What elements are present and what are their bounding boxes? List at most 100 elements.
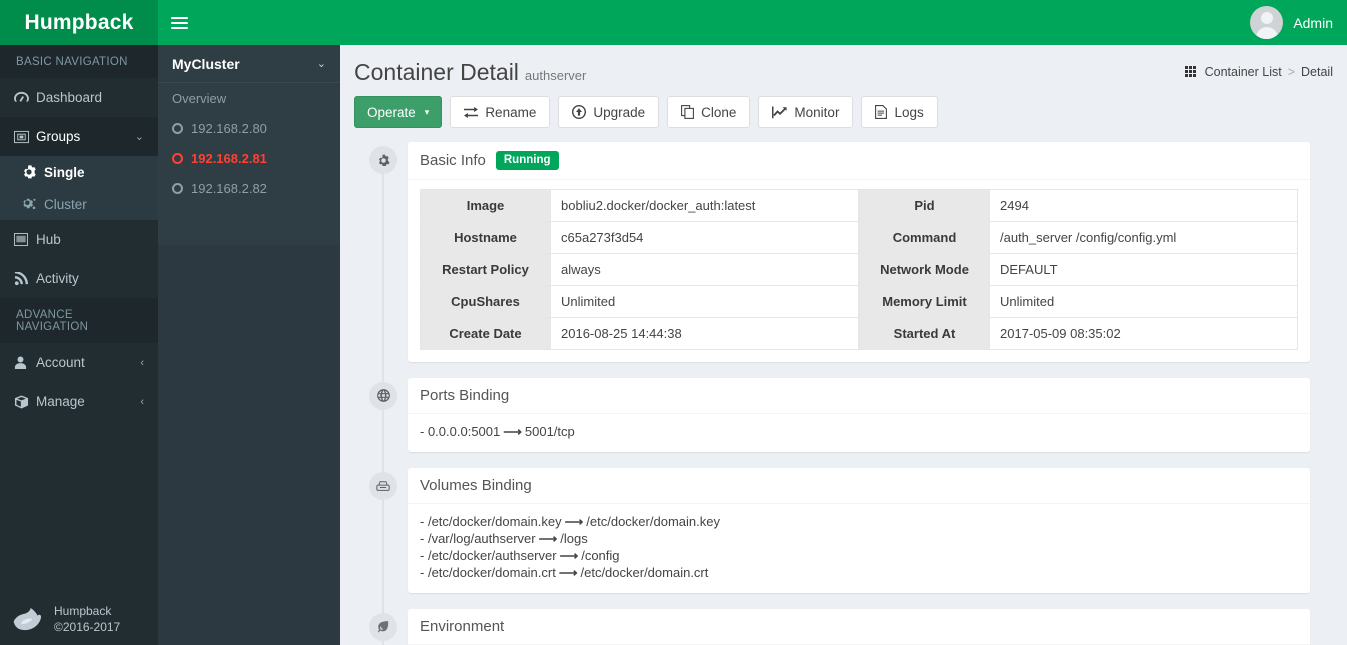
- row-key: Restart Policy: [420, 252, 551, 286]
- table-row: Started At 2017-05-09 08:35:02: [859, 316, 1298, 350]
- sidebar-item-label: Dashboard: [36, 90, 103, 105]
- row-value: 2017-05-09 08:35:02: [989, 316, 1298, 350]
- sidebar-item-hub[interactable]: Hub: [0, 220, 158, 259]
- table-row: Hostname c65a273f3d54: [420, 220, 859, 254]
- submenu-item-label: 192.168.2.81: [191, 150, 267, 166]
- arrow-right-icon: ⟶: [559, 547, 579, 563]
- environment-header: Environment: [408, 609, 1310, 645]
- gear-icon: [369, 146, 397, 174]
- dashboard-icon: [14, 91, 36, 104]
- logs-button-label: Logs: [894, 104, 924, 120]
- submenu-empty-area: [158, 245, 340, 645]
- app-logo[interactable]: Humpback: [0, 0, 158, 45]
- submenu-item-node-3[interactable]: 192.168.2.82: [158, 173, 340, 203]
- logs-button[interactable]: Logs: [861, 96, 938, 128]
- sidebar-footer: Humpback ©2016-2017: [0, 603, 158, 635]
- ports-binding-header: Ports Binding: [408, 378, 1310, 414]
- rename-button[interactable]: Rename: [450, 96, 551, 128]
- row-value: 2016-08-25 14:44:38: [550, 316, 859, 350]
- leaf-icon: [369, 612, 397, 641]
- row-value: c65a273f3d54: [550, 220, 859, 254]
- sidebar-item-manage[interactable]: Manage ‹: [0, 382, 158, 421]
- operate-button[interactable]: Operate ▾: [354, 96, 443, 128]
- grid-icon: [1184, 66, 1197, 78]
- action-toolbar: Operate ▾ Rename Upgrade Clone Monitor L…: [340, 86, 1347, 128]
- hamburger-icon: [170, 14, 188, 32]
- top-navbar: Humpback Admin: [0, 0, 1347, 45]
- chevron-left-icon: ‹: [140, 356, 144, 369]
- chevron-left-icon: ‹: [140, 395, 144, 408]
- user-menu[interactable]: Admin: [1250, 0, 1333, 45]
- sidebar-item-label: Hub: [36, 232, 61, 247]
- port-target: 5001/tcp: [524, 423, 575, 439]
- row-key: Network Mode: [859, 252, 990, 286]
- submenu-item-label: Overview: [172, 90, 227, 106]
- ports-binding-card: Ports Binding - 0.0.0.0:5001 ⟶ 5001/tcp: [408, 377, 1310, 452]
- submenu-node-list: Overview 192.168.2.80 192.168.2.81 192.1…: [158, 83, 340, 211]
- submenu-cluster-selector[interactable]: MyCluster ⌄: [158, 45, 340, 83]
- table-row: Restart Policy always: [420, 252, 859, 286]
- port-source: 0.0.0.0:5001: [427, 423, 501, 439]
- list-item: - /etc/docker/domain.crt ⟶/etc/docker/dom…: [420, 564, 709, 580]
- status-ring-icon: [172, 122, 183, 134]
- user-icon: [14, 356, 36, 369]
- row-key: Started At: [859, 316, 990, 350]
- upgrade-button-label: Upgrade: [593, 104, 646, 120]
- gear-icon: [22, 165, 44, 179]
- volumes-binding-list: - /etc/docker/domain.key ⟶/etc/docker/dom…: [420, 513, 1298, 581]
- volume-target: /config: [581, 547, 620, 563]
- sidebar-submenu-groups: Single Cluster: [0, 156, 158, 220]
- upgrade-button[interactable]: Upgrade: [558, 96, 660, 128]
- chevron-down-icon: ⌄: [134, 131, 144, 143]
- list-item: - 0.0.0.0:5001 ⟶ 5001/tcp: [420, 423, 575, 439]
- clone-button[interactable]: Clone: [667, 96, 751, 128]
- monitor-button[interactable]: Monitor: [758, 96, 854, 128]
- table-row: Image bobliu2.docker/docker_auth:latest: [420, 188, 859, 222]
- row-key: CpuShares: [420, 284, 551, 318]
- sidebar-item-activity[interactable]: Activity: [0, 259, 158, 298]
- volume-source: /etc/docker/authserver: [427, 547, 557, 563]
- sidebar-item-single[interactable]: Single: [0, 156, 158, 188]
- volumes-binding-header: Volumes Binding: [408, 468, 1310, 504]
- row-value: /auth_server /config/config.yml: [989, 220, 1298, 254]
- document-icon: [875, 105, 888, 119]
- breadcrumb-container-list-link[interactable]: Container List: [1205, 65, 1282, 79]
- breadcrumb-current: Detail: [1301, 65, 1333, 79]
- sidebar-item-label: Single: [44, 164, 85, 180]
- arrow-right-icon: ⟶: [503, 423, 522, 439]
- status-ring-icon: [172, 182, 183, 194]
- submenu-item-node-1[interactable]: 192.168.2.80: [158, 113, 340, 143]
- timeline-row-volumes-binding: Volumes Binding - /etc/docker/domain.key…: [340, 467, 1347, 593]
- sidebar-item-label: Groups: [36, 129, 81, 144]
- timeline-row-ports-binding: Ports Binding - 0.0.0.0:5001 ⟶ 5001/tcp: [340, 377, 1347, 452]
- copy-icon: [681, 105, 695, 119]
- status-badge: Running: [495, 151, 559, 170]
- status-ring-icon: [172, 152, 183, 164]
- submenu-item-overview[interactable]: Overview: [158, 83, 340, 113]
- box-icon: [14, 394, 36, 409]
- volume-target: /etc/docker/domain.crt: [580, 564, 709, 580]
- environment-card: Environment: [408, 608, 1310, 645]
- user-name-label: Admin: [1293, 14, 1333, 31]
- sidebar-item-label: Account: [36, 355, 85, 370]
- ports-binding-list: - 0.0.0.0:5001 ⟶ 5001/tcp: [420, 423, 1298, 440]
- sidebar-item-groups[interactable]: Groups ⌄: [0, 117, 158, 156]
- sidebar-item-dashboard[interactable]: Dashboard: [0, 78, 158, 117]
- gears-icon: [22, 197, 44, 211]
- sidebar-section-advance-label: ADVANCE NAVIGATION: [0, 298, 158, 343]
- detail-timeline: Basic Info Running Image bobliu2.docker/d…: [340, 142, 1347, 645]
- basic-info-body: Image bobliu2.docker/docker_auth:latest H…: [408, 180, 1310, 362]
- exchange-icon: [464, 106, 479, 118]
- submenu-item-node-2[interactable]: 192.168.2.81: [158, 143, 340, 173]
- sidebar-item-cluster[interactable]: Cluster: [0, 188, 158, 220]
- sidebar-item-label: Cluster: [44, 196, 87, 212]
- breadcrumb-separator: >: [1287, 65, 1296, 79]
- rename-button-label: Rename: [485, 104, 537, 120]
- row-key: Image: [420, 188, 551, 222]
- environment-title: Environment: [420, 617, 505, 635]
- sidebar-item-account[interactable]: Account ‹: [0, 343, 158, 382]
- basic-info-left-table: Image bobliu2.docker/docker_auth:latest H…: [420, 188, 859, 350]
- ports-binding-body: - 0.0.0.0:5001 ⟶ 5001/tcp: [408, 414, 1310, 452]
- sidebar-toggle-button[interactable]: [158, 0, 200, 45]
- table-row: Network Mode DEFAULT: [859, 252, 1298, 286]
